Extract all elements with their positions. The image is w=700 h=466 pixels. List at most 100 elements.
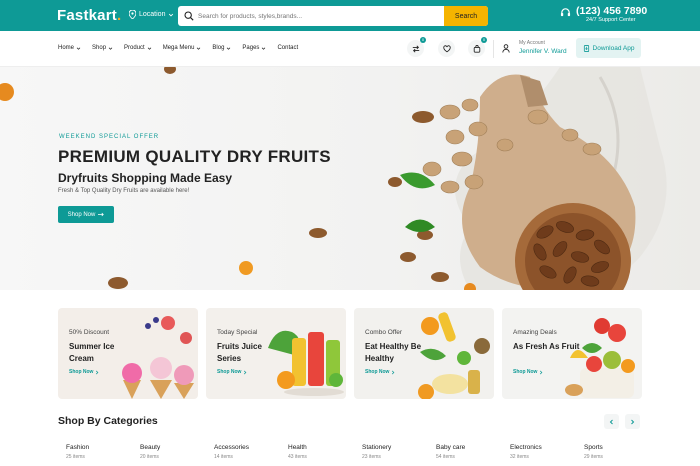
download-app-label: Download App <box>592 44 635 52</box>
promo-eyebrow: Amazing Deals <box>513 329 557 336</box>
category-name: Electronics <box>510 444 542 451</box>
promo-shop-now-link[interactable]: Shop Now <box>365 369 395 375</box>
search-icon <box>184 11 194 21</box>
nav-item-mega-menu[interactable]: Mega Menu <box>163 45 202 51</box>
nav-label: Home <box>58 45 75 51</box>
promo-shop-now-label: Shop Now <box>69 369 94 375</box>
map-pin-icon <box>129 10 136 19</box>
chevron-down-icon <box>169 13 174 17</box>
category-name: Accessories <box>214 444 250 451</box>
compare-button[interactable]: 0 <box>407 37 426 57</box>
category-item-electronics[interactable]: Electronics 32 items <box>510 444 542 460</box>
chevron-right-icon <box>244 370 247 374</box>
hero-subtitle: Dryfruits Shopping Made Easy <box>58 171 233 185</box>
chevron-right-icon <box>392 370 395 374</box>
category-item-sports[interactable]: Sports 29 items <box>584 444 603 460</box>
category-item-accessories[interactable]: Accessories 14 items <box>214 444 249 460</box>
cart-count-badge: 0 <box>481 37 487 43</box>
location-label: Location <box>139 11 166 18</box>
nav-label: Product <box>124 45 145 51</box>
nav-item-home[interactable]: Home <box>58 45 81 51</box>
nav-label: Blog <box>212 45 225 51</box>
promo-card-healthy[interactable]: Combo Offer Eat Healthy Be Healthy Shop … <box>354 308 494 399</box>
logo-text: Fastkart <box>57 7 117 24</box>
arrow-right-icon <box>98 212 105 217</box>
category-name: Stationery <box>362 444 392 451</box>
promo-eyebrow: Today Special <box>217 329 258 336</box>
category-count: 32 items <box>510 454 529 460</box>
nav-item-pages[interactable]: Pages <box>242 45 266 51</box>
nav-item-contact[interactable]: Contact <box>277 45 298 51</box>
account-name: Jennifer V. Ward <box>519 48 567 55</box>
support-label: 24/7 Support Center <box>586 17 636 23</box>
phone-number: (123) 456 7890 <box>576 5 648 17</box>
account-label: My Account <box>519 40 545 46</box>
promo-shop-now-link[interactable]: Shop Now <box>69 369 99 375</box>
chevron-down-icon <box>108 46 113 50</box>
promo-title: Eat Healthy Be Healthy <box>365 342 422 363</box>
category-name: Health <box>288 444 307 451</box>
hero-description: Fresh & Top Quality Dry Fruits are avail… <box>58 188 190 194</box>
hero-title: PREMIUM QUALITY DRY FRUITS <box>58 147 331 166</box>
promo-card-fresh-fruit[interactable]: Amazing Deals As Fresh As Fruit Shop Now <box>502 308 642 399</box>
main-menu: Home Shop Product Mega Menu Blog Pages C… <box>58 45 309 51</box>
category-count: 23 items <box>362 454 381 460</box>
hero-shop-now-label: Shop Now <box>67 211 96 218</box>
category-item-health[interactable]: Health 43 items <box>288 444 307 460</box>
location-selector[interactable]: Location <box>129 10 174 19</box>
shopping-bag-icon <box>473 44 480 53</box>
promo-shop-now-label: Shop Now <box>365 369 390 375</box>
promo-title: As Fresh As Fruit <box>513 342 580 351</box>
search-bar: Search <box>178 6 488 26</box>
nav-label: Mega Menu <box>162 45 195 51</box>
nav-item-blog[interactable]: Blog <box>212 45 231 51</box>
category-name: Fashion <box>66 444 90 451</box>
promo-shop-now-label: Shop Now <box>217 369 242 375</box>
promo-card-fruit-juice[interactable]: Today Special Fruits Juice Series Shop N… <box>206 308 346 399</box>
category-item-fashion[interactable]: Fashion 25 items <box>66 444 89 460</box>
promo-shop-now-link[interactable]: Shop Now <box>513 369 543 375</box>
nav-label: Shop <box>92 45 107 51</box>
category-count: 25 items <box>66 454 85 460</box>
cart-button[interactable]: 0 <box>468 37 487 57</box>
category-count: 29 items <box>584 454 603 460</box>
category-name: Beauty <box>140 444 161 451</box>
hero-shop-now-button[interactable]: Shop Now <box>58 206 114 223</box>
heart-icon <box>442 44 451 52</box>
site-logo[interactable]: Fastkart. <box>57 7 121 24</box>
logo-dot: . <box>116 7 122 24</box>
chevron-left-icon <box>609 419 613 424</box>
chevron-down-icon <box>147 46 151 50</box>
categories-next-button[interactable] <box>625 414 640 429</box>
phone-download-icon <box>583 44 589 52</box>
category-count: 54 items <box>436 454 455 460</box>
chevron-right-icon <box>96 370 99 374</box>
headset-icon <box>560 8 571 17</box>
hero-banner: WEEKEND SPECIAL OFFER PREMIUM QUALITY DR… <box>0 67 700 290</box>
promo-shop-now-link[interactable]: Shop Now <box>217 369 247 375</box>
top-header-bar: Fastkart. Location Search (123) 456 7890… <box>0 0 700 31</box>
wishlist-button[interactable] <box>438 40 455 57</box>
search-button[interactable]: Search <box>444 6 488 26</box>
chevron-right-icon <box>540 370 543 374</box>
chevron-down-icon <box>197 46 201 50</box>
nav-label: Contact <box>277 45 299 51</box>
promo-title: Fruits Juice Series <box>217 342 262 363</box>
category-count: 20 items <box>140 454 159 460</box>
category-item-stationery[interactable]: Stationery 23 items <box>362 444 391 460</box>
promo-card-ice-cream[interactable]: 50% Discount Summer Ice Cream Shop Now <box>58 308 198 399</box>
categories-prev-button[interactable] <box>604 414 619 429</box>
category-name: Baby care <box>436 444 466 451</box>
nav-item-shop[interactable]: Shop <box>92 45 113 51</box>
compare-arrows-icon <box>412 44 419 53</box>
category-count: 14 items <box>214 454 233 460</box>
download-app-button[interactable]: Download App <box>576 38 641 58</box>
category-count: 43 items <box>288 454 307 460</box>
promo-title: Summer Ice Cream <box>69 342 115 363</box>
nav-item-product[interactable]: Product <box>124 45 152 51</box>
search-input[interactable] <box>198 6 422 26</box>
promo-eyebrow: 50% Discount <box>69 329 110 336</box>
category-item-beauty[interactable]: Beauty 20 items <box>140 444 160 460</box>
category-item-baby-care[interactable]: Baby care 54 items <box>436 444 465 460</box>
promo-eyebrow: Combo Offer <box>365 329 403 336</box>
